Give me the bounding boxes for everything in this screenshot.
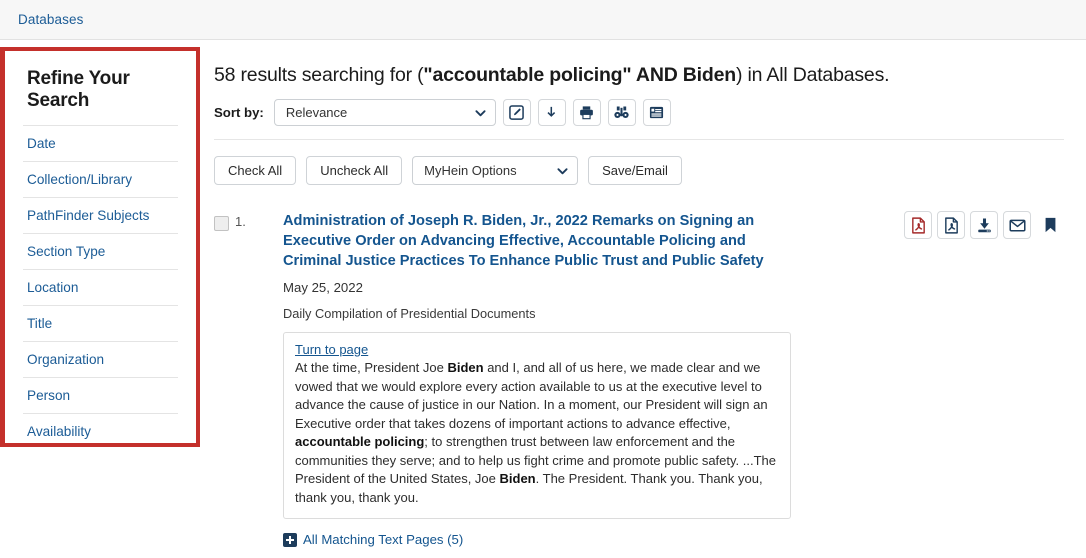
email-button[interactable] (1003, 211, 1031, 239)
sidebar-item-collection-library[interactable]: Collection/Library (23, 161, 178, 197)
snippet-highlight-biden-2: Biden (499, 471, 536, 486)
result-item: 1. Administration of Joseph R. Biden, Jr… (214, 211, 1064, 547)
result-date: May 25, 2022 (283, 280, 363, 295)
bulk-actions-toolbar: Check All Uncheck All MyHein Options Sav… (214, 156, 1064, 185)
myhein-options-select[interactable]: MyHein Options (412, 156, 579, 185)
sidebar-item-label: Section Type (27, 244, 106, 259)
bookmark-icon (1045, 217, 1055, 233)
turn-to-page-link[interactable]: Turn to page (295, 342, 368, 357)
sidebar-item-availability[interactable]: Availability (23, 413, 178, 451)
sidebar-item-label: Location (27, 280, 79, 295)
sidebar-item-organization[interactable]: Organization (23, 341, 178, 377)
print-button[interactable] (572, 99, 601, 126)
sidebar-item-person[interactable]: Person (23, 377, 178, 413)
result-snippet-text: At the time, President Joe Biden and I, … (295, 359, 779, 507)
sort-by-select[interactable]: Relevance (273, 99, 496, 126)
sort-toolbar: Sort by: Relevance (214, 99, 1064, 126)
pdf-blue-icon (944, 216, 958, 234)
download-button[interactable] (970, 211, 998, 239)
print-icon (580, 106, 594, 120)
edit-search-button[interactable] (502, 99, 531, 126)
uncheck-all-button[interactable]: Uncheck All (306, 156, 403, 185)
page-body: Refine Your Search Date Collection/Libra… (0, 40, 1086, 547)
uncheck-all-label: Uncheck All (320, 163, 389, 178)
sidebar-item-pathfinder-subjects[interactable]: PathFinder Subjects (23, 197, 178, 233)
snippet-part-1: At the time, President Joe (295, 360, 448, 375)
toolbar-divider (214, 139, 1064, 140)
sidebar-item-label: Date (27, 136, 56, 151)
bookmark-button[interactable] (1036, 211, 1064, 239)
sidebar-item-location[interactable]: Location (23, 269, 178, 305)
sidebar-item-label: Organization (27, 352, 105, 367)
results-query-terms: "accountable policing" AND Biden (423, 64, 736, 86)
save-email-button[interactable]: Save/Email (588, 156, 682, 185)
all-matching-text-pages-link[interactable]: All Matching Text Pages (5) (283, 532, 886, 547)
sidebar-item-label: PathFinder Subjects (27, 208, 150, 223)
sidebar-item-label: Collection/Library (27, 172, 133, 187)
result-source: Daily Compilation of Presidential Docume… (283, 306, 536, 321)
sidebar-item-label: Person (27, 388, 71, 403)
download-icon (977, 218, 991, 232)
sidebar-item-label: Title (27, 316, 53, 331)
list-view-button[interactable] (642, 99, 671, 126)
refine-search-title: Refine Your Search (27, 68, 130, 111)
pdf-red-icon (911, 216, 925, 234)
sort-by-label: Sort by: (214, 105, 264, 120)
results-count-suffix: ) in All Databases. (735, 64, 890, 86)
plus-icon (283, 532, 297, 547)
result-tools (886, 211, 1064, 239)
sort-by-value: Relevance (285, 105, 348, 120)
chevron-down-icon (475, 109, 486, 116)
top-tab-bar: Databases (0, 0, 1086, 40)
myhein-options-value: MyHein Options (424, 163, 517, 178)
results-header: 58 results searching for ("accountable p… (214, 64, 1064, 87)
sidebar-item-label: Availability (27, 424, 91, 439)
pdf-blue-button[interactable] (937, 211, 965, 239)
snippet-highlight-accountable-policing: accountable policing (295, 434, 425, 449)
results-main: 58 results searching for ("accountable p… (200, 40, 1086, 547)
binoculars-icon (614, 106, 629, 119)
all-matching-text-pages-label: All Matching Text Pages (5) (303, 532, 464, 547)
download-results-button[interactable] (537, 99, 566, 126)
result-snippet-box: Turn to page At the time, President Joe … (283, 332, 791, 519)
edit-search-icon (509, 105, 525, 120)
result-body: Administration of Joseph R. Biden, Jr., … (283, 211, 886, 547)
save-email-label: Save/Email (602, 163, 668, 178)
download-results-icon (547, 106, 556, 117)
result-number: 1. (235, 214, 246, 229)
refine-search-panel: Refine Your Search Date Collection/Libra… (0, 47, 200, 447)
result-title-link[interactable]: Administration of Joseph R. Biden, Jr., … (283, 211, 783, 271)
results-count-prefix: 58 results searching for ( (214, 64, 424, 86)
sidebar-item-date[interactable]: Date (23, 125, 178, 161)
sidebar-item-title[interactable]: Title (23, 305, 178, 341)
result-checkbox[interactable] (214, 216, 229, 231)
check-all-label: Check All (228, 163, 283, 178)
snippet-highlight-biden-1: Biden (447, 360, 484, 375)
pdf-red-button[interactable] (904, 211, 932, 239)
email-icon (1008, 219, 1026, 232)
check-all-button[interactable]: Check All (214, 156, 297, 185)
list-view-icon (650, 106, 664, 119)
sidebar-item-section-type[interactable]: Section Type (23, 233, 178, 269)
chevron-down-icon (557, 167, 568, 174)
binoculars-button[interactable] (607, 99, 636, 126)
tab-databases[interactable]: Databases (18, 12, 83, 27)
